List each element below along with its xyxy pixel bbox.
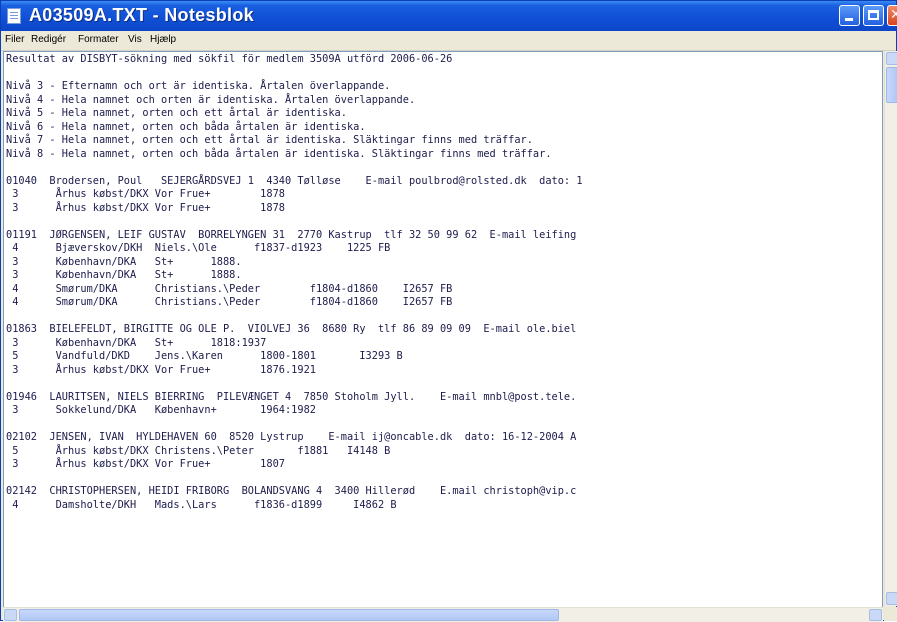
horizontal-scrollbar[interactable] <box>3 607 883 622</box>
text-line: Nivå 5 - Hela namnet, orten och ett årta… <box>6 107 347 119</box>
menu-edit[interactable]: Redigér <box>31 34 66 45</box>
text-line: 3 Århus købst/DKX Vor Frue+ 1878 <box>6 188 285 200</box>
text-line: 02142 CHRISTOPHERSEN, HEIDI FRIBORG BOLA… <box>6 485 577 497</box>
title-bar[interactable]: A03509A.TXT - Notesblok ✕ <box>1 1 897 31</box>
text-line: 5 Vandfuld/DKD Jens.\Karen 1800-1801 I32… <box>6 350 403 362</box>
scroll-up-arrow-icon[interactable] <box>886 52 897 65</box>
close-icon: ✕ <box>890 7 897 23</box>
scroll-left-arrow-icon[interactable] <box>4 609 17 621</box>
horizontal-scroll-thumb[interactable] <box>19 609 559 621</box>
text-line: 3 København/DKA St+ 1818:1937 <box>6 336 267 349</box>
text-line: Nivå 7 - Hela namnet, orten och ett årta… <box>6 134 533 146</box>
menu-help[interactable]: Hjælp <box>150 34 176 45</box>
text-line: 4 Damsholte/DKH Mads.\Lars f1836-d1899 I… <box>6 498 397 511</box>
menu-format[interactable]: Formater <box>78 34 119 45</box>
text-editor[interactable]: Resultat av DISBYT-sökning med sökfil fö… <box>3 51 883 608</box>
text-line: 5 Århus købst/DKX Christens.\Peter f1881… <box>6 444 391 457</box>
notepad-icon[interactable] <box>7 8 21 24</box>
text-line: 4 Bjæverskov/DKH Niels.\Ole f1837-d1923 … <box>6 242 391 254</box>
maximize-icon <box>868 10 879 20</box>
menu-bar: Filer Redigér Formater Vis Hjælp <box>1 31 896 51</box>
scroll-down-arrow-icon[interactable] <box>886 592 897 605</box>
close-button[interactable]: ✕ <box>887 5 897 26</box>
maximize-button[interactable] <box>863 5 884 26</box>
scrollbar-corner <box>884 607 897 621</box>
menu-file[interactable]: Filer <box>5 34 24 45</box>
minimize-button[interactable] <box>839 5 860 26</box>
scroll-right-arrow-icon[interactable] <box>869 609 882 621</box>
text-line: 4 Smørum/DKA Christians.\Peder f1804-d18… <box>6 296 453 308</box>
text-line: 01946 LAURITSEN, NIELS BIERRING PILEVÆNG… <box>6 390 577 403</box>
text-line: Nivå 6 - Hela namnet, orten och båda årt… <box>6 120 366 133</box>
text-line: 3 Århus købst/DKX Vor Frue+ 1878 <box>6 201 285 214</box>
text-line: 3 Århus købst/DKX Vor Frue+ 1807 <box>6 458 285 470</box>
document-text: Resultat av DISBYT-sökning med sökfil fö… <box>6 53 583 512</box>
text-line: 4 Smørum/DKA Christians.\Peder f1804-d18… <box>6 282 453 295</box>
menu-view[interactable]: Vis <box>128 34 142 45</box>
text-line: 3 København/DKA St+ 1888. <box>6 269 242 281</box>
text-line: Resultat av DISBYT-sökning med sökfil fö… <box>6 53 453 65</box>
text-line: Nivå 3 - Efternamn och ort är identiska.… <box>6 80 391 92</box>
window-title: A03509A.TXT - Notesblok <box>29 5 254 25</box>
text-line: 02102 JENSEN, IVAN HYLDEHAVEN 60 8520 Ly… <box>6 431 577 443</box>
notepad-window: A03509A.TXT - Notesblok ✕ Filer Redigér … <box>0 0 897 622</box>
minimize-icon <box>845 18 853 21</box>
text-line: Nivå 8 - Hela namnet, orten och båda årt… <box>6 147 552 160</box>
text-line: 01863 BIELEFELDT, BIRGITTE OG OLE P. VIO… <box>6 323 577 335</box>
text-line: 01040 Brodersen, Poul SEJERGÅRDSVEJ 1 43… <box>6 174 583 187</box>
text-line: 3 København/DKA St+ 1888. <box>6 255 242 268</box>
text-line: 01191 JØRGENSEN, LEIF GUSTAV BORRELYNGEN… <box>6 228 577 241</box>
text-line: Nivå 4 - Hela namnet och orten är identi… <box>6 93 416 106</box>
vertical-scrollbar[interactable] <box>884 51 897 606</box>
text-line: 3 Sokkelund/DKA København+ 1964:1982 <box>6 404 316 416</box>
text-line: 3 Århus købst/DKX Vor Frue+ 1876.1921 <box>6 363 316 376</box>
vertical-scroll-thumb[interactable] <box>886 67 897 103</box>
